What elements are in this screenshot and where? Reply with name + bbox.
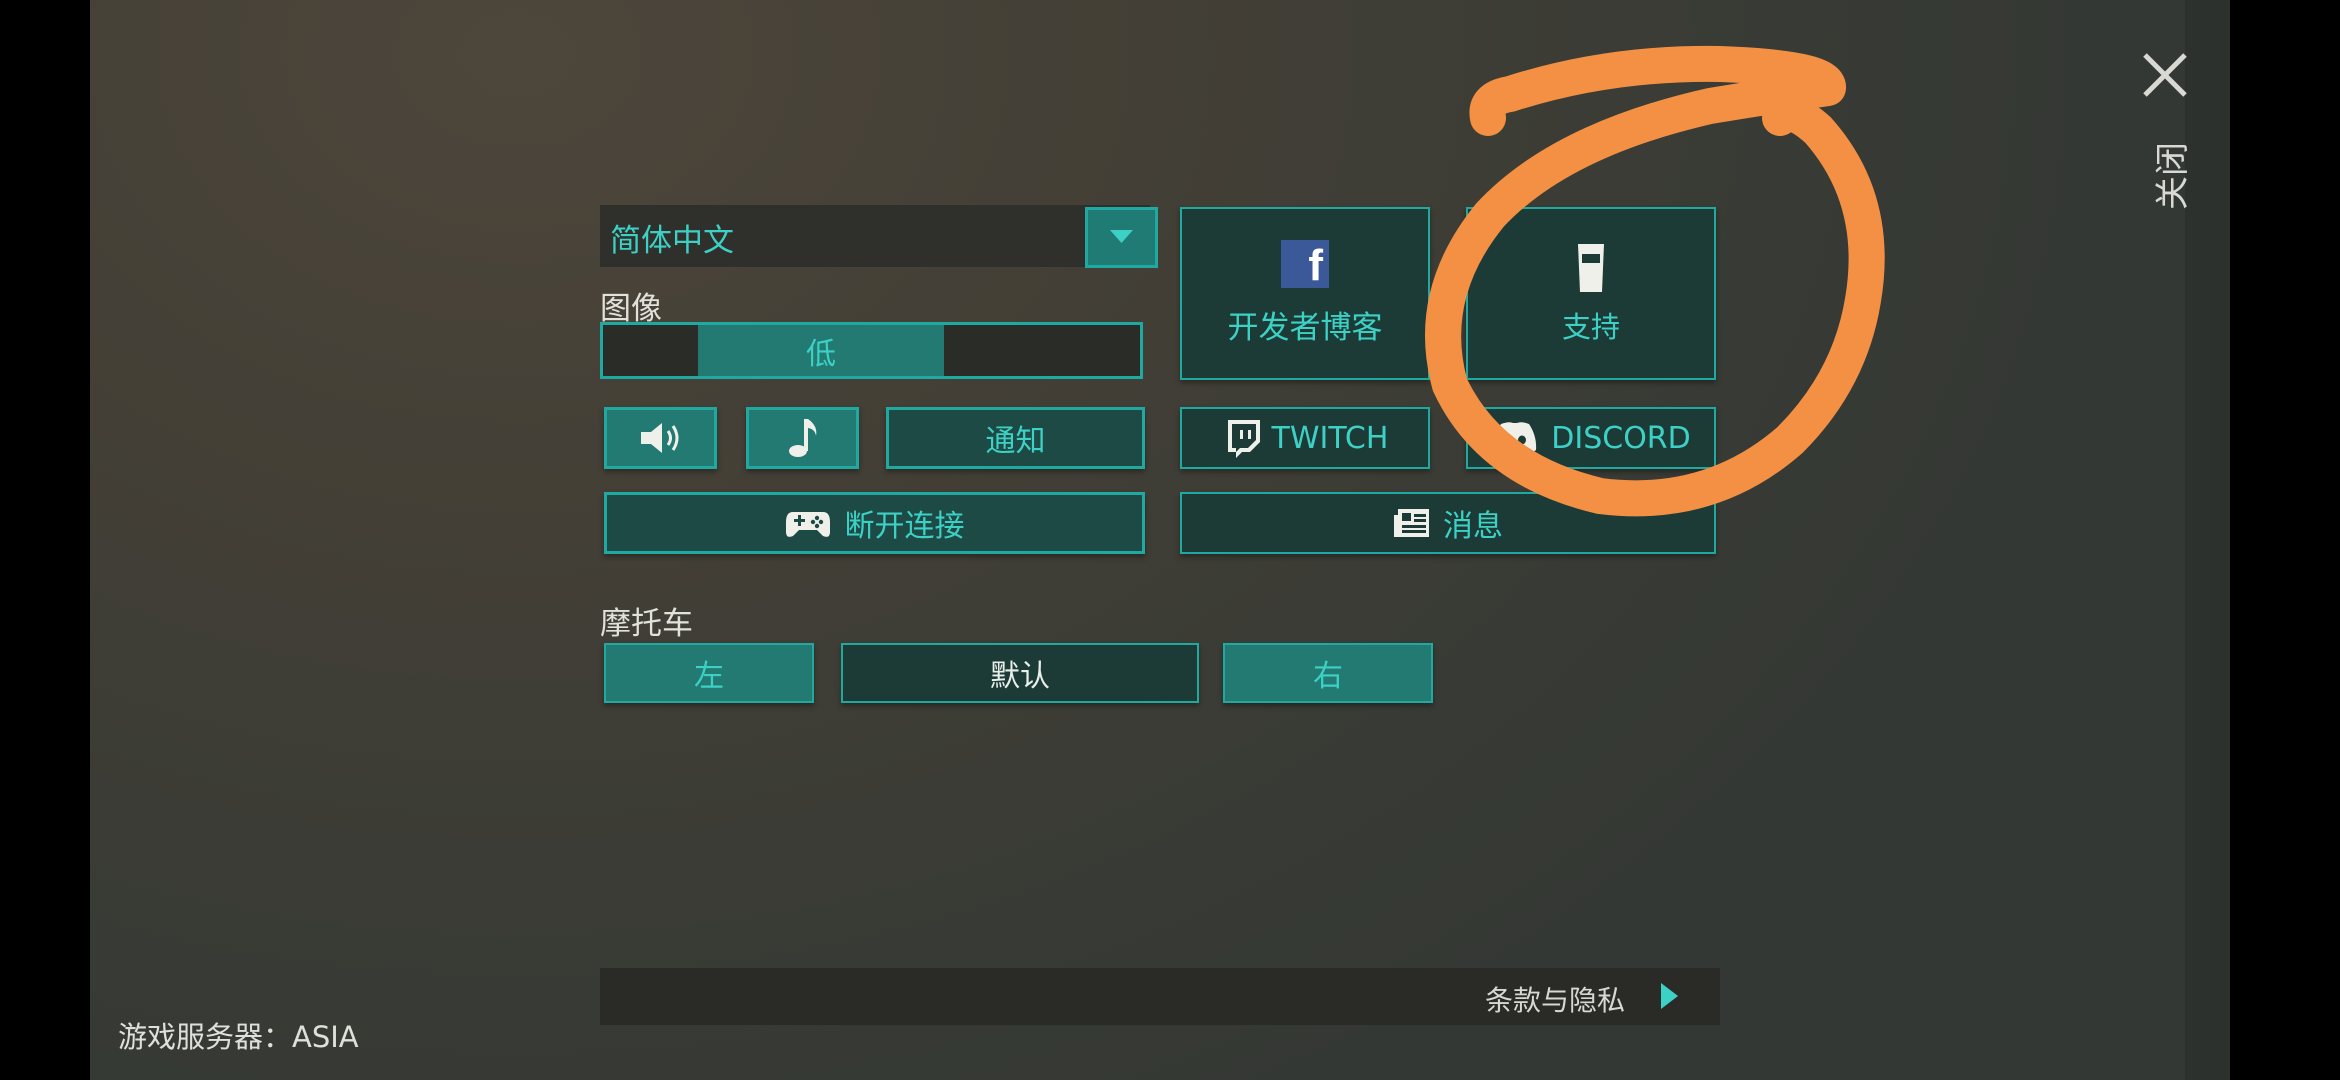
- disconnect-button[interactable]: 断开连接: [604, 492, 1145, 554]
- twitch-label: TWITCH: [1271, 420, 1389, 456]
- support-label: 支持: [1561, 309, 1620, 344]
- motorcycle-label: 摩托车: [600, 606, 693, 642]
- chevron-down-icon: [1110, 230, 1133, 243]
- twitch-button[interactable]: TWITCH: [1180, 407, 1430, 469]
- play-arrow-icon: [1661, 983, 1678, 1009]
- notify-label: 通知: [985, 424, 1046, 459]
- dev-blog-label: 开发者博客: [1227, 310, 1383, 346]
- server-label: 游戏服务器：ASIA: [118, 1020, 359, 1054]
- motorcycle-left-label: 左: [694, 659, 724, 694]
- graphics-level-fill: 低: [698, 325, 944, 376]
- dev-blog-button[interactable]: f 开发者博客: [1180, 207, 1430, 380]
- motorcycle-default-button[interactable]: 默认: [841, 643, 1199, 703]
- facebook-icon: f: [1281, 240, 1329, 288]
- close-icon: [2143, 53, 2187, 97]
- settings-screen: 关闭 简体中文 图像 低 通知 断开连接 f 开发者博客 支持 TWITCH D…: [90, 0, 2230, 1080]
- close-button[interactable]: [2140, 50, 2190, 100]
- twitch-icon: [1227, 420, 1260, 458]
- discord-button[interactable]: DISCORD: [1466, 407, 1716, 469]
- speaker-icon: [640, 423, 678, 453]
- motorcycle-default-label: 默认: [990, 659, 1050, 694]
- discord-icon: [1494, 422, 1537, 455]
- newspaper-icon: [1394, 509, 1429, 537]
- dropdown-toggle[interactable]: [1085, 207, 1158, 268]
- motorcycle-right-button[interactable]: 右: [1223, 643, 1433, 703]
- annotation-circle: [1425, 45, 1885, 517]
- graphics-slider[interactable]: 低: [600, 322, 1143, 379]
- cup-icon: [1578, 243, 1604, 292]
- language-value: 简体中文: [610, 223, 734, 259]
- terms-bar[interactable]: 条款与隐私: [600, 968, 1720, 1025]
- language-dropdown[interactable]: 简体中文: [600, 205, 1158, 268]
- disconnect-label: 断开连接: [844, 509, 965, 544]
- news-label: 消息: [1443, 509, 1503, 544]
- motorcycle-right-label: 右: [1313, 659, 1343, 694]
- graphics-level-value: 低: [806, 336, 836, 372]
- support-button[interactable]: 支持: [1466, 207, 1716, 380]
- close-label: 关闭: [2153, 142, 2193, 210]
- music-note-icon: [788, 419, 816, 457]
- music-toggle[interactable]: [746, 407, 859, 469]
- news-button[interactable]: 消息: [1180, 492, 1716, 554]
- discord-label: DISCORD: [1551, 420, 1691, 456]
- terms-label: 条款与隐私: [1484, 984, 1625, 1017]
- motorcycle-left-button[interactable]: 左: [604, 643, 814, 703]
- gamepad-icon: [785, 512, 830, 537]
- sound-toggle[interactable]: [604, 407, 717, 469]
- notify-button[interactable]: 通知: [886, 407, 1145, 469]
